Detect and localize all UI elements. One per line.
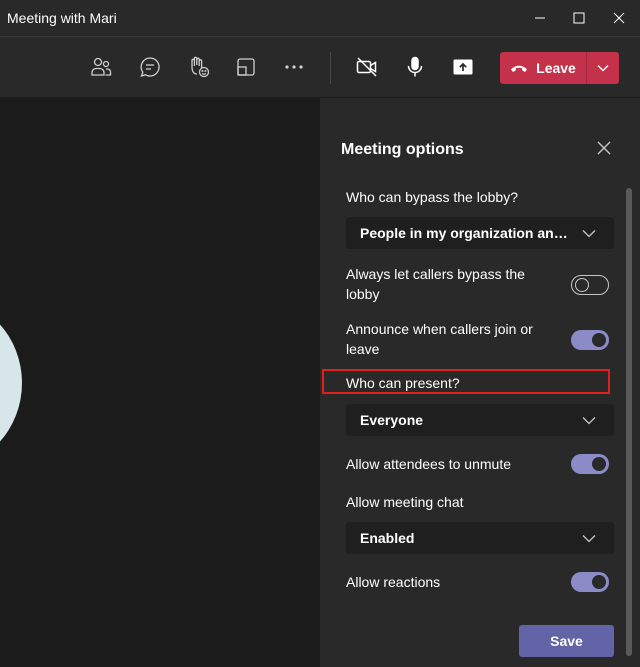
minimize-icon (535, 17, 545, 19)
toggle-knob (575, 278, 589, 292)
callers-bypass-label-line1: Always let callers bypass the (346, 266, 525, 282)
meeting-toolbar: Leave (0, 37, 640, 98)
leave-button-group: Leave (500, 52, 619, 84)
toggle-knob (592, 333, 606, 347)
meeting-chat-value: Enabled (360, 530, 415, 546)
unmute-toggle[interactable] (571, 454, 609, 474)
meeting-options-panel: Meeting options Who can bypass the lobby… (320, 98, 640, 667)
announce-toggle[interactable] (571, 330, 609, 350)
maximize-button[interactable] (566, 6, 592, 30)
unmute-label: Allow attendees to unmute (346, 456, 511, 472)
chevron-down-icon (597, 65, 609, 72)
meeting-chat-dropdown[interactable]: Enabled (346, 522, 614, 554)
minimize-button[interactable] (527, 6, 553, 30)
who-can-present-label: Who can present? (346, 375, 460, 391)
bypass-lobby-dropdown[interactable]: People in my organization and guests (346, 217, 614, 249)
share-tray-icon (237, 58, 255, 76)
reactions-button[interactable] (186, 54, 212, 80)
panel-scrollbar[interactable] (626, 188, 632, 656)
announce-label-line2: leave (346, 341, 380, 357)
reactions-label: Allow reactions (346, 574, 441, 590)
people-icon (91, 57, 112, 76)
camera-button[interactable] (354, 54, 380, 80)
close-icon (597, 141, 611, 155)
toolbar-divider (330, 52, 331, 84)
participant-avatar (0, 298, 22, 468)
bypass-lobby-label: Who can bypass the lobby? (346, 189, 518, 205)
hang-up-icon (511, 65, 528, 72)
microphone-button[interactable] (402, 54, 428, 80)
panel-title: Meeting options (341, 141, 464, 158)
leave-options-button[interactable] (587, 52, 619, 84)
chat-button[interactable] (137, 54, 163, 80)
bypass-lobby-value: People in my organization and guests (360, 225, 575, 241)
who-can-present-dropdown[interactable]: Everyone (346, 404, 614, 436)
callers-bypass-toggle[interactable] (571, 275, 609, 295)
close-window-button[interactable] (606, 6, 632, 30)
callers-bypass-label-line2: lobby (346, 286, 380, 302)
chat-icon (140, 57, 160, 78)
window-title: Meeting with Mari (7, 10, 117, 26)
toggle-knob (592, 575, 606, 589)
who-can-present-value: Everyone (360, 412, 424, 428)
raise-hand-icon (191, 56, 210, 78)
camera-off-icon (356, 57, 377, 77)
announce-label: Announce when callers join or leave (346, 319, 533, 359)
maximize-icon (573, 12, 585, 24)
chevron-down-icon (582, 535, 596, 543)
meeting-chat-label: Allow meeting chat (346, 494, 464, 510)
title-bar: Meeting with Mari (0, 0, 640, 37)
reactions-toggle[interactable] (571, 572, 609, 592)
callers-bypass-label: Always let callers bypass the lobby (346, 264, 525, 304)
more-button[interactable] (281, 54, 307, 80)
share-button[interactable] (450, 54, 476, 80)
leave-button[interactable]: Leave (500, 52, 586, 84)
close-panel-button[interactable] (596, 140, 612, 156)
chevron-down-icon (582, 230, 596, 238)
share-content-icon (453, 59, 473, 75)
tray-button[interactable] (233, 54, 259, 80)
more-icon (285, 65, 303, 69)
close-icon (613, 12, 625, 24)
microphone-icon (407, 56, 423, 77)
video-stage (0, 98, 320, 667)
save-button[interactable]: Save (519, 625, 614, 657)
announce-label-line1: Announce when callers join or (346, 321, 533, 337)
toggle-knob (592, 457, 606, 471)
people-button[interactable] (88, 54, 114, 80)
chevron-down-icon (582, 417, 596, 425)
leave-label: Leave (536, 60, 576, 76)
